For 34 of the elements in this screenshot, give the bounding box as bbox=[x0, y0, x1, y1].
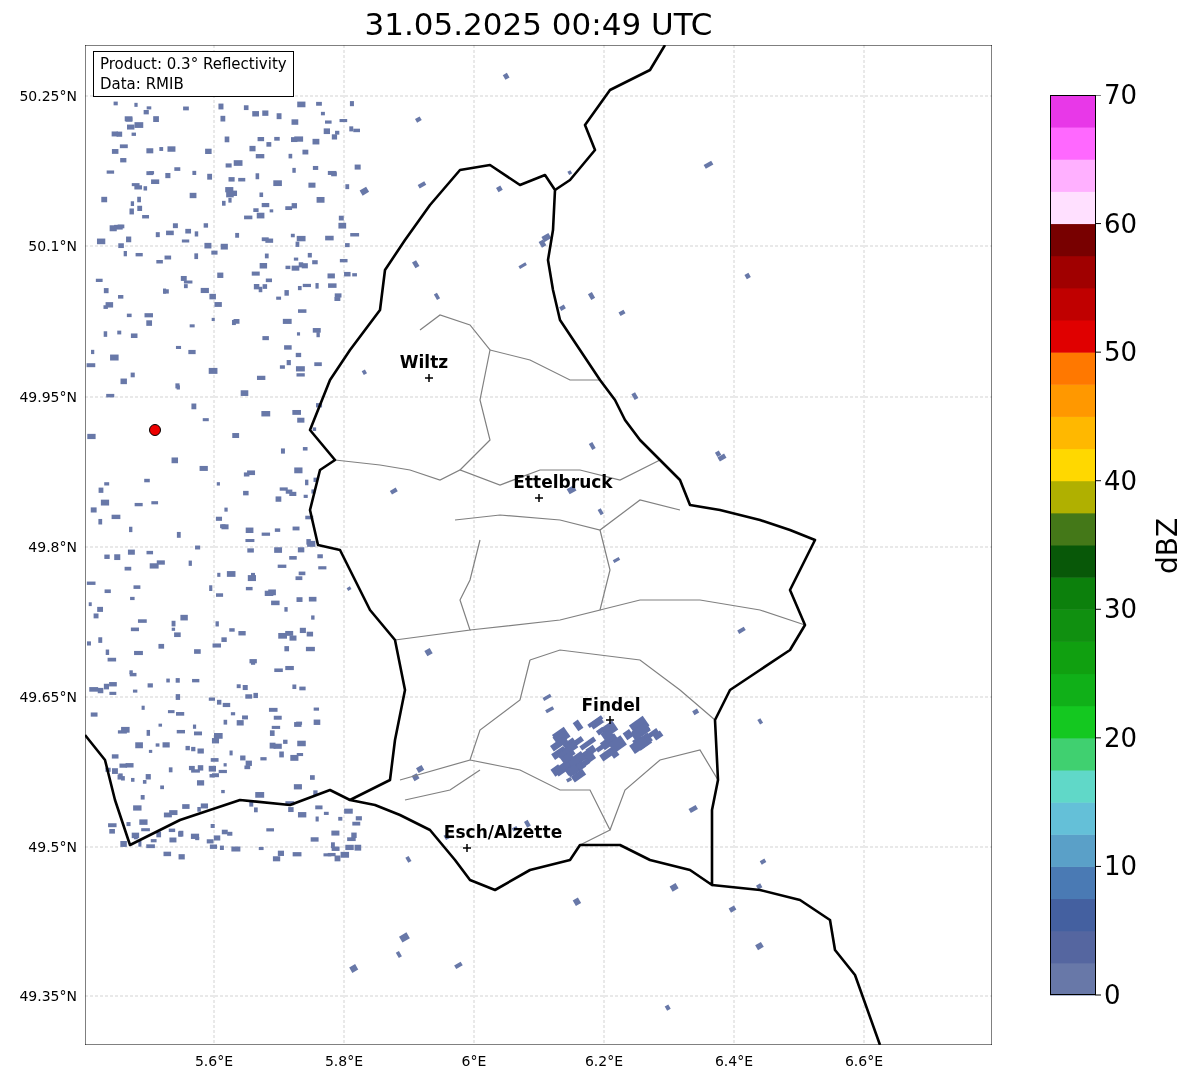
colorbar-tick-label: 0 bbox=[1104, 980, 1121, 1010]
colorbar-tick-label: 60 bbox=[1104, 208, 1138, 239]
city-label: Wiltz bbox=[399, 352, 449, 372]
longitude-tick-label: 5.6°E bbox=[194, 1052, 234, 1070]
latitude-tick-label: 49.5°N bbox=[28, 838, 77, 856]
longitude-tick-label: 6.4°E bbox=[714, 1052, 754, 1070]
city-label: Findel bbox=[581, 695, 641, 715]
longitude-tick-label: 6°E bbox=[461, 1052, 487, 1070]
colorbar-tick-label: 70 bbox=[1104, 80, 1138, 110]
chart-title: 31.05.2025 00:49 UTC bbox=[363, 5, 714, 44]
latitude-tick-label: 49.8°N bbox=[28, 538, 77, 556]
city-label: Esch/Alzette bbox=[443, 822, 563, 842]
info-text: Data: RMIB bbox=[100, 74, 185, 94]
city-marker-icon bbox=[534, 493, 544, 503]
colorbar-label: dBZ bbox=[1152, 517, 1184, 575]
city-marker-icon bbox=[424, 373, 434, 383]
colorbar-tick-label: 20 bbox=[1104, 722, 1138, 753]
latitude-tick-label: 50.1°N bbox=[28, 237, 77, 255]
radar-site-marker bbox=[149, 424, 161, 436]
latitude-tick-label: 49.35°N bbox=[19, 987, 77, 1005]
city-label: Ettelbruck bbox=[513, 472, 613, 492]
colorbar-tick-label: 30 bbox=[1104, 594, 1138, 625]
city-marker-icon bbox=[462, 843, 472, 853]
longitude-tick-label: 5.8°E bbox=[324, 1052, 364, 1070]
colorbar-tick-label: 10 bbox=[1104, 851, 1138, 882]
city-marker-icon bbox=[605, 715, 615, 725]
colorbar-tick-label: 50 bbox=[1104, 337, 1138, 368]
latitude-tick-label: 50.25°N bbox=[19, 87, 77, 105]
latitude-tick-label: 49.95°N bbox=[19, 388, 77, 406]
colorbar-tick-label: 40 bbox=[1104, 465, 1138, 496]
longitude-tick-label: 6.6°E bbox=[844, 1052, 884, 1070]
longitude-tick-label: 6.2°E bbox=[584, 1052, 624, 1070]
info-text: Product: 0.3° Reflectivity bbox=[100, 54, 287, 74]
latitude-tick-label: 49.65°N bbox=[19, 688, 77, 706]
